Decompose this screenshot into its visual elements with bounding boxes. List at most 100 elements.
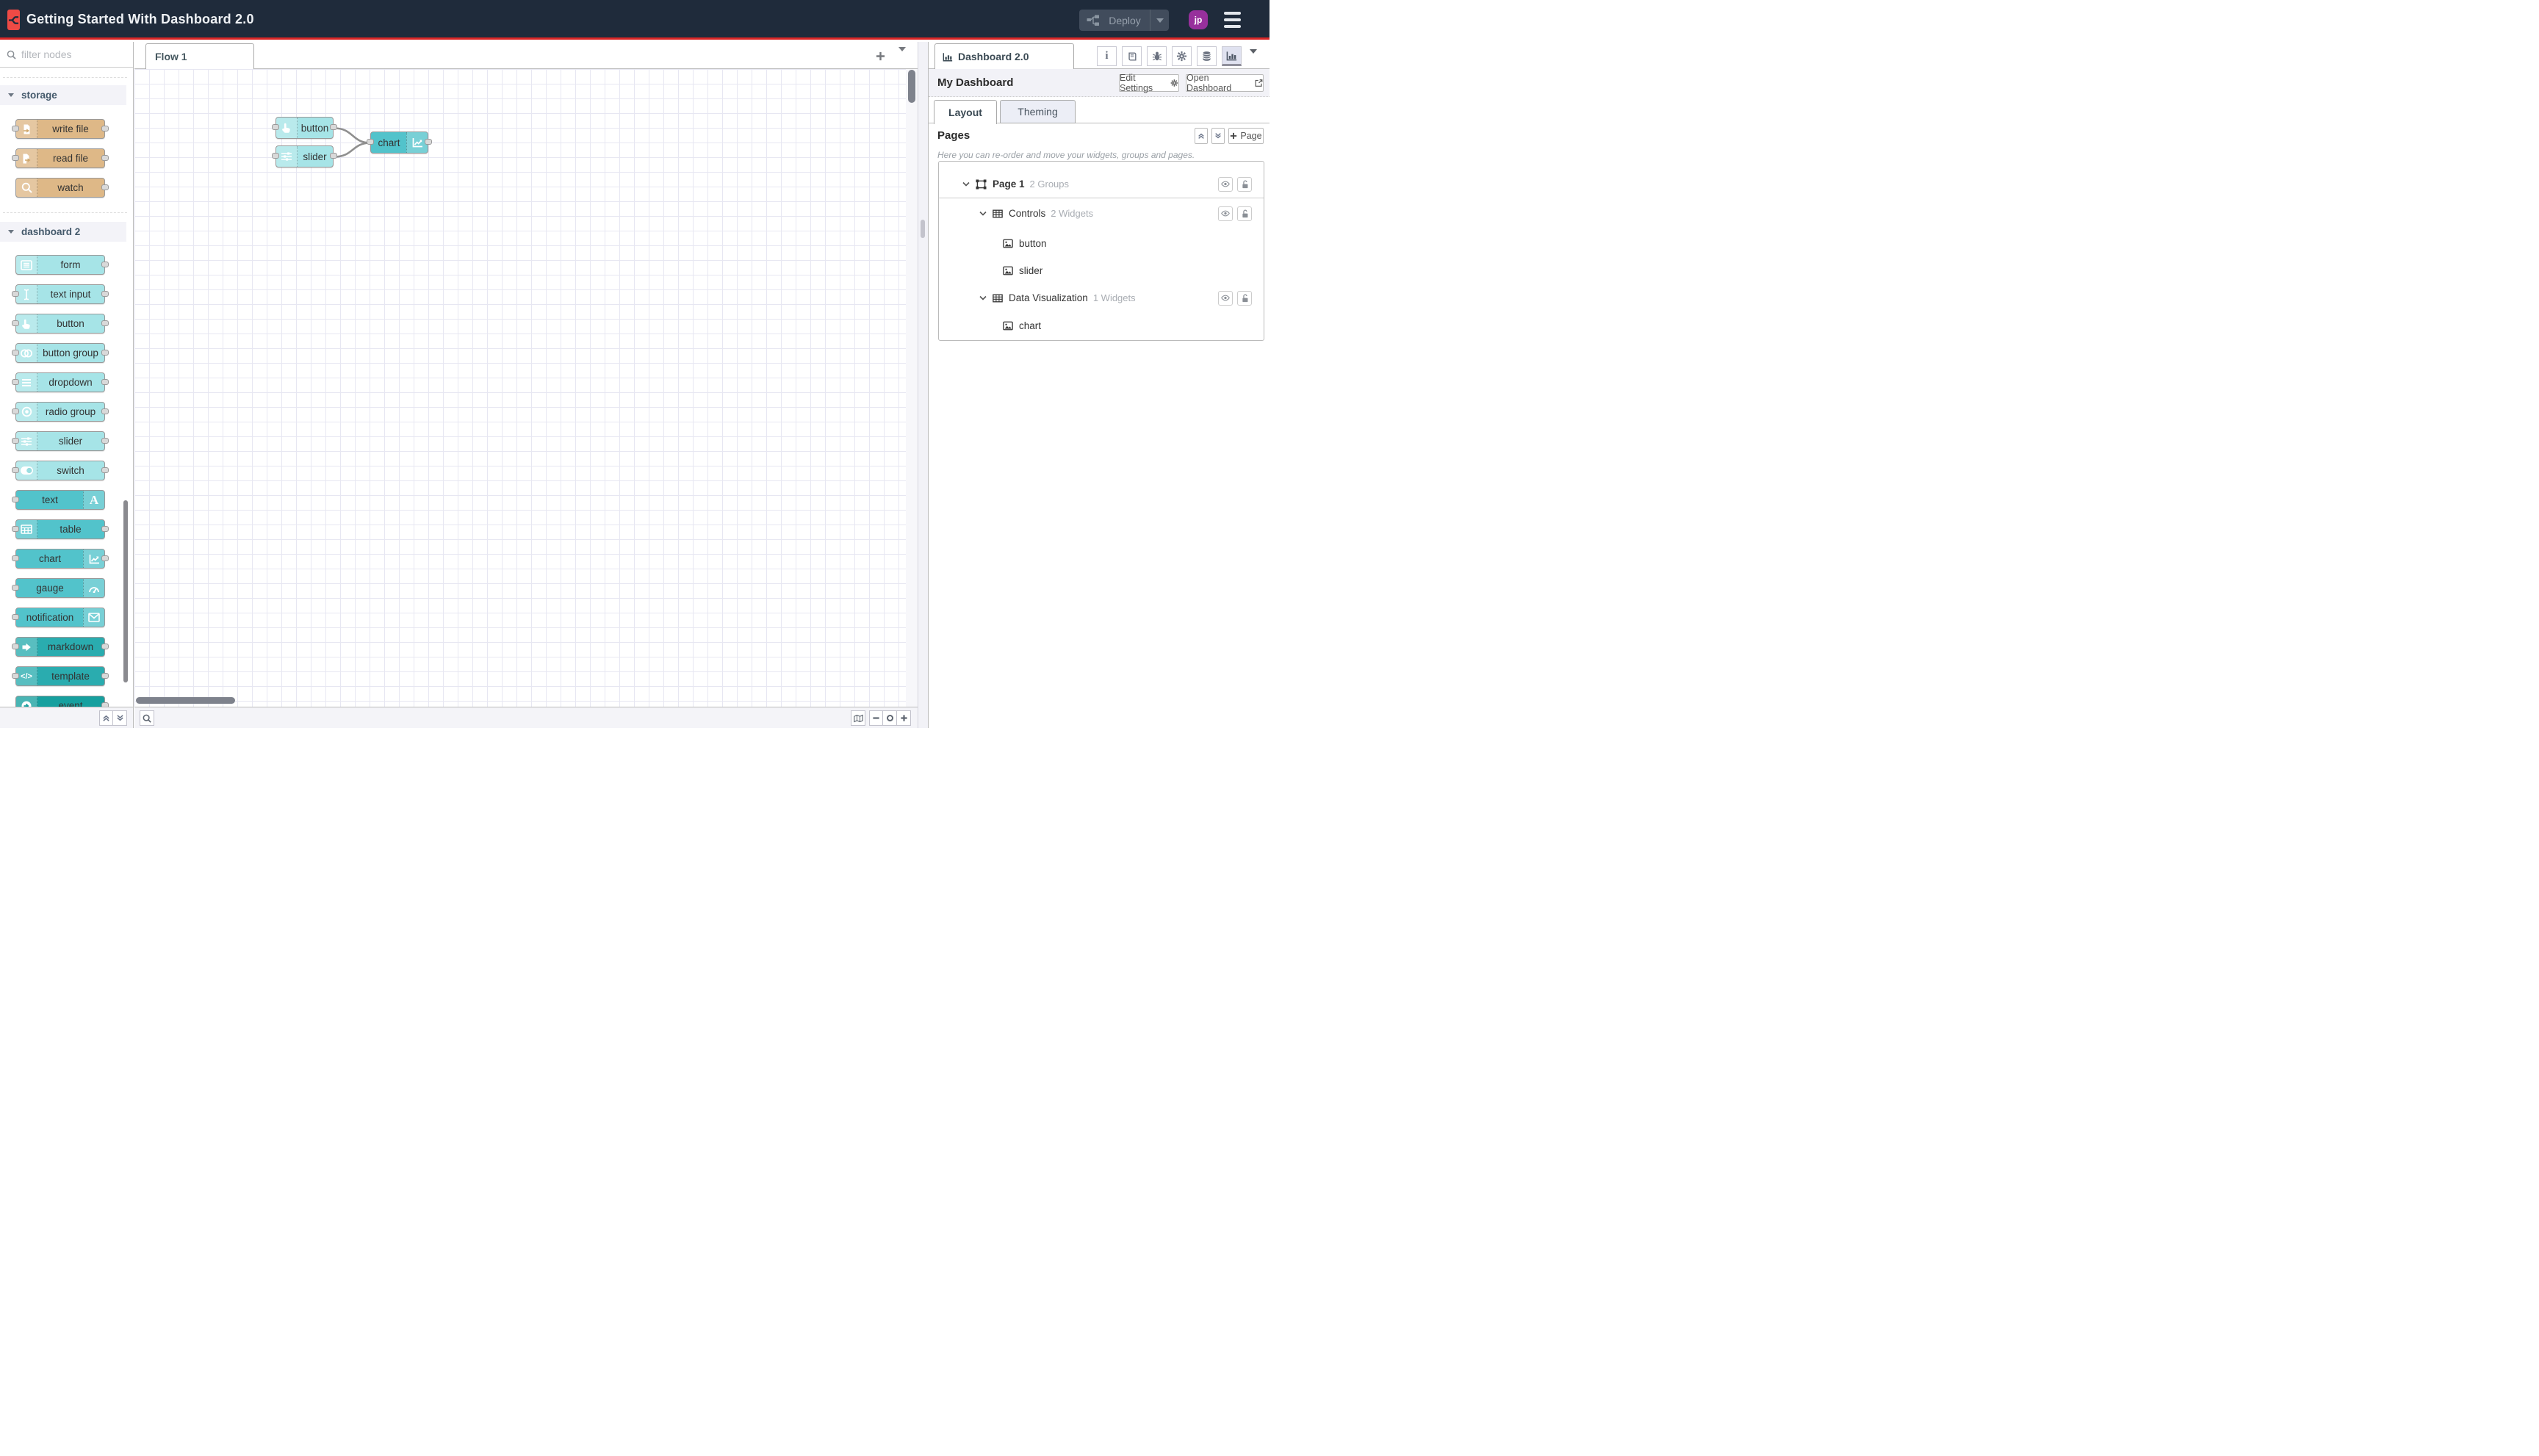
palette-node-event[interactable]: event	[15, 696, 109, 707]
open-dashboard-button[interactable]: Open Dashboard	[1186, 73, 1264, 93]
output-port[interactable]	[101, 184, 109, 190]
output-port[interactable]	[101, 672, 109, 679]
palette-node-switch[interactable]: switch	[12, 461, 109, 480]
flow-node-chart[interactable]: chart	[367, 131, 432, 154]
palette-node-chart[interactable]: chart	[12, 549, 109, 569]
tree-row-data-visualization[interactable]: Data Visualization 1 Widgets	[939, 289, 1264, 307]
wire-slider-chart[interactable]	[333, 142, 372, 158]
flow-canvas[interactable]: button slider chart	[134, 69, 906, 707]
input-port[interactable]	[12, 290, 19, 297]
tab-layout[interactable]: Layout	[934, 100, 997, 124]
output-port[interactable]	[101, 525, 109, 532]
tab-flow-1[interactable]: Flow 1	[145, 43, 254, 69]
sidebar-options-button[interactable]	[1250, 49, 1257, 67]
output-port[interactable]	[101, 555, 109, 561]
flow-node-button[interactable]: button	[272, 117, 337, 139]
input-port[interactable]	[12, 466, 19, 473]
output-port[interactable]	[101, 437, 109, 444]
output-port[interactable]	[101, 466, 109, 473]
palette-node-text-input[interactable]: text input	[12, 284, 109, 304]
output-port[interactable]	[101, 349, 109, 356]
collapse-all-button[interactable]	[99, 710, 113, 726]
deploy-button[interactable]: Deploy	[1079, 10, 1169, 31]
navigator-map-button[interactable]	[851, 710, 865, 726]
palette-node-table[interactable]: table	[12, 519, 109, 539]
lock-button[interactable]	[1237, 206, 1252, 221]
add-page-button[interactable]: Page	[1228, 128, 1264, 144]
output-port[interactable]	[101, 408, 109, 414]
expand-all-button[interactable]	[113, 710, 127, 726]
palette-node-form[interactable]: form	[15, 255, 109, 275]
input-port[interactable]	[12, 408, 19, 414]
output-port[interactable]	[425, 139, 432, 145]
input-port[interactable]	[12, 613, 19, 620]
input-port[interactable]	[367, 139, 374, 145]
input-port[interactable]	[272, 153, 279, 159]
output-port[interactable]	[101, 290, 109, 297]
palette-node-template[interactable]: </> template	[12, 666, 109, 686]
palette-node-button[interactable]: button	[12, 314, 109, 334]
debug-button[interactable]	[1147, 46, 1167, 66]
palette-node-text[interactable]: A text	[12, 490, 105, 510]
palette-node-button-group[interactable]: button group	[12, 343, 109, 363]
output-port[interactable]	[101, 378, 109, 385]
canvas-horizontal-scrollbar[interactable]	[136, 697, 235, 704]
menu-icon[interactable]	[1224, 12, 1241, 28]
avatar[interactable]: jp	[1189, 10, 1208, 29]
palette-category-dashboard2[interactable]: dashboard 2	[0, 222, 126, 242]
input-port[interactable]	[12, 555, 19, 561]
input-port[interactable]	[12, 320, 19, 326]
visibility-button[interactable]	[1218, 206, 1233, 221]
output-port[interactable]	[330, 124, 337, 130]
output-port[interactable]	[101, 125, 109, 131]
collapse-all-pages-button[interactable]	[1195, 128, 1208, 144]
visibility-button[interactable]	[1218, 290, 1233, 306]
output-port[interactable]	[101, 643, 109, 649]
resizer-scrollbar[interactable]	[921, 220, 925, 238]
palette-scrollbar[interactable]	[123, 500, 128, 682]
palette-node-watch[interactable]: watch	[15, 178, 109, 198]
lock-button[interactable]	[1237, 290, 1252, 306]
input-port[interactable]	[12, 154, 19, 161]
wire-button-chart[interactable]	[333, 127, 372, 144]
palette-category-storage[interactable]: storage	[0, 85, 126, 105]
config-nodes-button[interactable]	[1172, 46, 1192, 66]
context-data-button[interactable]	[1197, 46, 1217, 66]
tree-row-widget-slider[interactable]: slider	[939, 262, 1264, 280]
input-port[interactable]	[12, 378, 19, 385]
zoom-in-button[interactable]	[897, 710, 911, 726]
input-port[interactable]	[12, 643, 19, 649]
input-port[interactable]	[272, 124, 279, 130]
input-port[interactable]	[12, 437, 19, 444]
visibility-button[interactable]	[1218, 176, 1233, 192]
add-flow-button[interactable]	[871, 47, 889, 65]
palette-scroll-area[interactable]: storage write file read file watch dashb…	[0, 68, 133, 707]
palette-search[interactable]: filter nodes	[0, 42, 133, 68]
output-port[interactable]	[101, 261, 109, 267]
lock-button[interactable]	[1237, 176, 1252, 192]
expand-all-pages-button[interactable]	[1211, 128, 1225, 144]
output-port[interactable]	[330, 153, 337, 159]
output-port[interactable]	[101, 320, 109, 326]
palette-node-gauge[interactable]: gauge	[12, 578, 105, 598]
tab-theming[interactable]: Theming	[1000, 100, 1076, 123]
dashboard-sidebar-button[interactable]	[1222, 46, 1242, 66]
input-port[interactable]	[12, 125, 19, 131]
search-flows-button[interactable]	[140, 710, 154, 726]
edit-settings-button[interactable]: Edit Settings	[1119, 73, 1179, 93]
tree-row-controls[interactable]: Controls 2 Widgets	[939, 204, 1264, 223]
palette-node-dropdown[interactable]: dropdown	[12, 372, 109, 392]
deploy-options-button[interactable]	[1150, 10, 1169, 31]
help-button[interactable]	[1122, 46, 1142, 66]
palette-node-notification[interactable]: notification	[12, 608, 105, 627]
tree-row-widget-button[interactable]: button	[939, 234, 1264, 253]
output-port[interactable]	[101, 154, 109, 161]
tab-dashboard-2[interactable]: Dashboard 2.0	[934, 43, 1074, 69]
zoom-out-button[interactable]	[869, 710, 883, 726]
info-button[interactable]: i	[1097, 46, 1117, 66]
palette-node-read-file[interactable]: read file	[12, 148, 109, 168]
zoom-reset-button[interactable]	[883, 710, 897, 726]
input-port[interactable]	[12, 349, 19, 356]
tree-row-page-1[interactable]: Page 1 2 Groups	[939, 171, 1264, 197]
input-port[interactable]	[12, 525, 19, 532]
